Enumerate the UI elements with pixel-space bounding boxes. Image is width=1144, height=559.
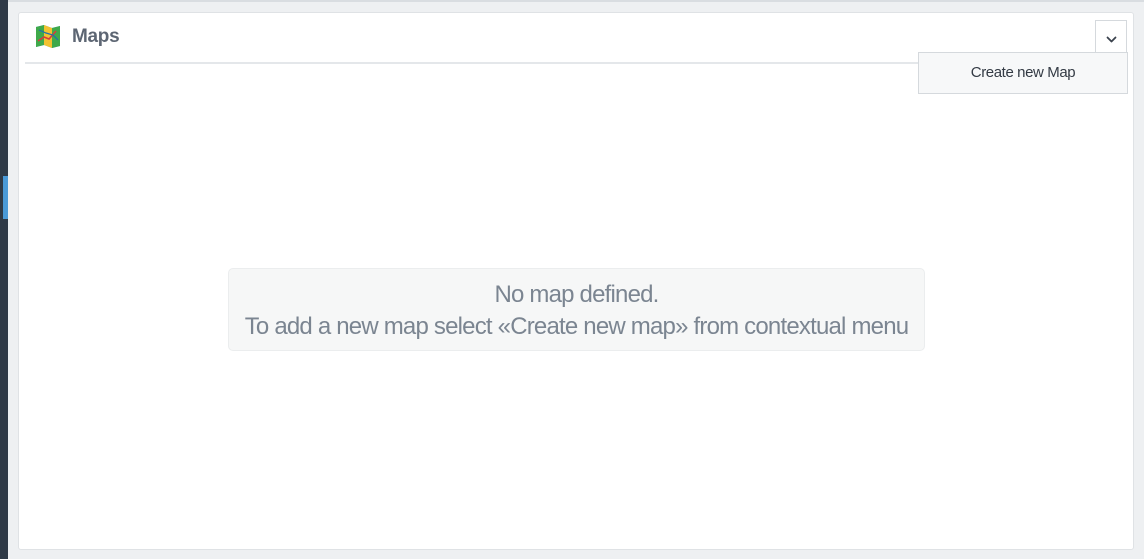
map-icon <box>36 25 60 48</box>
left-sidebar-rail <box>0 0 8 559</box>
menu-item-create-new-map[interactable]: Create new Map <box>919 53 1127 93</box>
empty-state-line1: No map defined. <box>494 281 659 308</box>
context-menu: Create new Map <box>918 52 1128 94</box>
panel-title: Maps <box>72 26 120 47</box>
empty-state-line2: To add a new map select «Create new map»… <box>244 313 909 340</box>
app-window: Maps Create new Map No map defined. To a… <box>0 0 1144 559</box>
top-divider <box>8 0 1144 2</box>
empty-state-message: No map defined. To add a new map select … <box>228 268 925 351</box>
sidebar-active-marker <box>3 176 8 219</box>
context-menu-toggle-button[interactable] <box>1095 20 1127 52</box>
chevron-down-icon <box>1106 31 1117 43</box>
maps-panel: Maps Create new Map No map defined. To a… <box>18 12 1134 550</box>
